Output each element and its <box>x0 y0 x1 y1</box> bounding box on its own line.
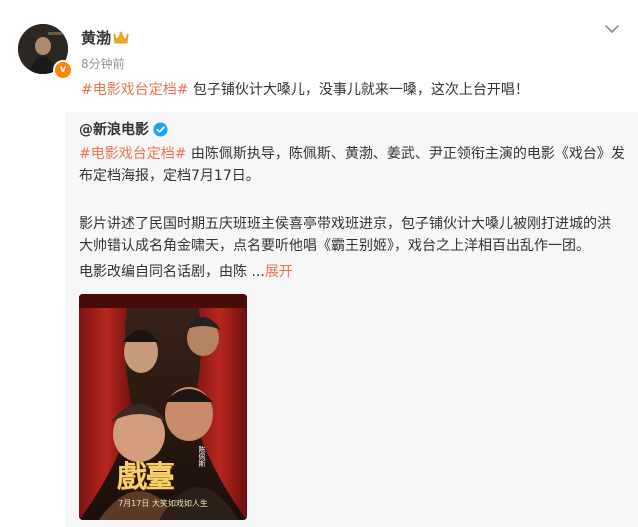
post-text: #电影戏台定档# 包子铺伙计大嗓儿，没事儿就来一嗓，这次上台开唱！ <box>81 79 621 101</box>
repost-text: 电影改编自同名话剧，由陈 ... <box>79 264 265 280</box>
weibo-post: v 黄渤 8分钟前 #电影戏台定档# 包子铺伙计大嗓儿，没事儿就来一嗓，这次上台… <box>0 0 638 527</box>
author-name[interactable]: 黄渤 <box>81 28 111 48</box>
repost-card[interactable]: @新浪电影 #电影戏台定档# 由陈佩斯执导，陈佩斯、黄渤、姜武、尹正领衔主演的电… <box>65 112 638 527</box>
repost-text: 由陈佩斯执导，陈佩斯、黄渤、姜武、尹正领衔主演的电影《戏台》发 <box>186 146 625 162</box>
verified-badge-icon: v <box>53 60 73 80</box>
post-time[interactable]: 8分钟前 <box>81 56 125 72</box>
repost-text-line: 大帅错认成名角金啸天，点名要听他唱《霸王别姬》，戏台之上洋相百出乱作一团。 <box>79 238 590 254</box>
post-body: 包子铺伙计大嗓儿，没事儿就来一嗓，这次上台开唱！ <box>188 82 529 98</box>
original-author[interactable]: @新浪电影 <box>79 120 149 140</box>
repost-text-line: 布定档海报，定档7月17日。 <box>79 168 260 184</box>
poster-cast: 陈佩斯 <box>198 446 206 467</box>
poster-title: 戲臺 <box>117 460 175 495</box>
hashtag-link[interactable]: #电影戏台定档# <box>81 82 188 98</box>
repost-text-line: 影片讲述了民国时期五庆班班主侯喜亭带戏班进京，包子铺伙计大嗓儿被刚打进城的洪 <box>79 216 611 232</box>
poster-date: 7月17日 大笑如戏如人生 <box>118 499 208 508</box>
repost-text-line: #电影戏台定档# 由陈佩斯执导，陈佩斯、黄渤、姜武、尹正领衔主演的电影《戏台》发 <box>79 143 627 165</box>
hashtag-link[interactable]: #电影戏台定档# <box>79 146 186 162</box>
movie-poster[interactable]: 戲臺 陈佩斯 7月17日 大笑如戏如人生 <box>79 294 247 520</box>
crown-icon[interactable] <box>113 31 129 45</box>
chevron-down-icon[interactable] <box>603 20 621 38</box>
repost-text-line: 电影改编自同名话剧，由陈 ...展开 <box>79 261 627 283</box>
verified-badge-icon <box>153 122 168 137</box>
expand-link[interactable]: 展开 <box>265 264 293 280</box>
